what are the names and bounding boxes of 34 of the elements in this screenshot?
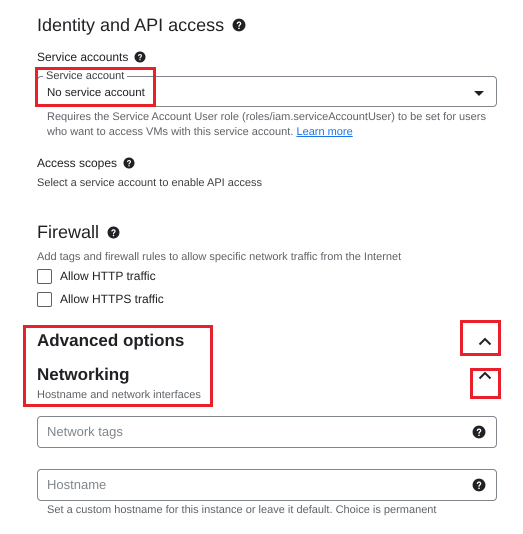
service-account-select[interactable]: Service account No service account bbox=[37, 69, 497, 107]
learn-more-link[interactable]: Learn more bbox=[296, 126, 353, 138]
chevron-up-icon bbox=[478, 370, 492, 380]
help-icon[interactable] bbox=[134, 51, 146, 63]
section-heading: Advanced options bbox=[37, 330, 184, 352]
help-icon[interactable] bbox=[472, 425, 486, 439]
field-group-label: Access scopes bbox=[37, 155, 118, 171]
text-input[interactable]: Hostname bbox=[47, 475, 472, 495]
checkbox-label: Allow HTTP traffic bbox=[60, 268, 156, 285]
section-heading: Identity and API access bbox=[37, 14, 224, 37]
text-input[interactable]: Network tags bbox=[47, 422, 472, 442]
help-icon[interactable] bbox=[107, 226, 120, 238]
help-text: Requires the Service Account User role (roles/iam.serviceAccountUser) to be set for users who want to access VMs with this service account. Learn more bbox=[46, 110, 487, 140]
text-field[interactable]: Hostname bbox=[37, 469, 497, 501]
field-group-label: Service accounts bbox=[37, 49, 128, 65]
help-text: Set a custom hostname for this instance or leave it default. Choice is permanent bbox=[46, 503, 438, 518]
select-value: No service account bbox=[47, 86, 145, 101]
help-icon[interactable] bbox=[232, 18, 246, 32]
text-field[interactable]: Network tags bbox=[37, 416, 497, 448]
checkbox-label: Allow HTTPS traffic bbox=[60, 291, 164, 308]
help-icon[interactable] bbox=[472, 478, 486, 492]
highlight-frame bbox=[460, 320, 501, 356]
chevron-up-icon bbox=[478, 336, 492, 346]
checkbox[interactable] bbox=[37, 292, 52, 306]
section-heading: Firewall bbox=[37, 221, 100, 244]
highlight-frame bbox=[470, 368, 501, 399]
section-subtitle: Hostname and network interfaces bbox=[37, 388, 202, 402]
field-label: Service account bbox=[45, 69, 126, 83]
scope-text: Select a service account to enable API access bbox=[37, 176, 264, 191]
dropdown-caret-icon bbox=[474, 90, 484, 96]
help-icon[interactable] bbox=[123, 157, 136, 169]
checkbox[interactable] bbox=[37, 268, 52, 284]
firewall-text: Add tags and firewall rules to allow specific network traffic from the Internet bbox=[37, 250, 402, 265]
section-heading: Networking bbox=[37, 364, 130, 386]
